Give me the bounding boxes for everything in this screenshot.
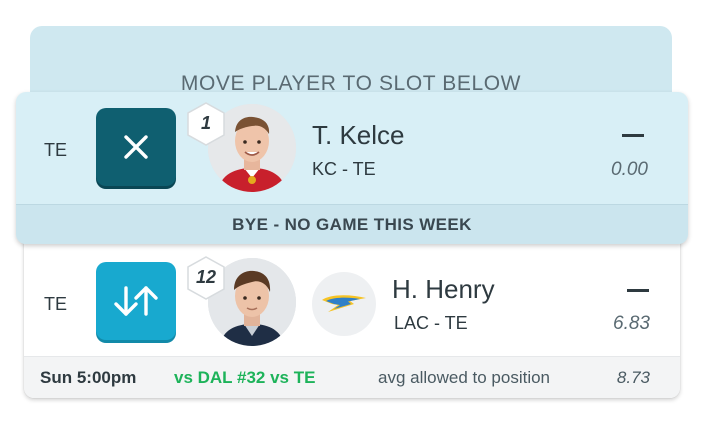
bye-week-banner: BYE - NO GAME THIS WEEK <box>16 204 688 244</box>
rank-badge: 12 <box>186 256 226 300</box>
moving-projection-dash <box>622 134 644 137</box>
chargers-bolt-logo <box>322 295 366 312</box>
swap-button[interactable] <box>96 262 176 340</box>
cancel-move-button[interactable] <box>96 108 176 186</box>
player-team-position: LAC - TE <box>394 313 468 333</box>
game-time: Sun 5:00pm <box>40 368 137 387</box>
moving-rank-number: 1 <box>200 113 211 133</box>
moving-player-team-position: KC - TE <box>312 159 376 179</box>
moving-position-label: TE <box>44 140 68 160</box>
matchup-bar: Sun 5:00pm vs DAL #32 vs TE avg allowed … <box>24 356 680 398</box>
avg-allowed-label: avg allowed to position <box>378 368 551 387</box>
close-icon <box>124 135 148 159</box>
slot-position-label: TE <box>44 294 68 314</box>
projection-dash <box>627 289 649 292</box>
moving-player-score: 0.00 <box>611 159 648 180</box>
moving-player-card: TE 1 T. Kelce KC - TE 0.00 BYE - NO GAME… <box>16 92 688 244</box>
moving-player-name[interactable]: T. Kelce <box>312 120 405 151</box>
swap-arrows-icon <box>114 286 158 316</box>
player-name[interactable]: H. Henry <box>392 274 495 305</box>
chargers-logo <box>312 272 376 336</box>
player-score: 6.83 <box>613 313 650 334</box>
moving-rank-badge: 1 <box>186 102 226 146</box>
rank-number: 12 <box>195 267 217 287</box>
opponent-matchup: vs DAL #32 vs TE <box>174 368 316 387</box>
avg-allowed-value: 8.73 <box>616 368 650 387</box>
